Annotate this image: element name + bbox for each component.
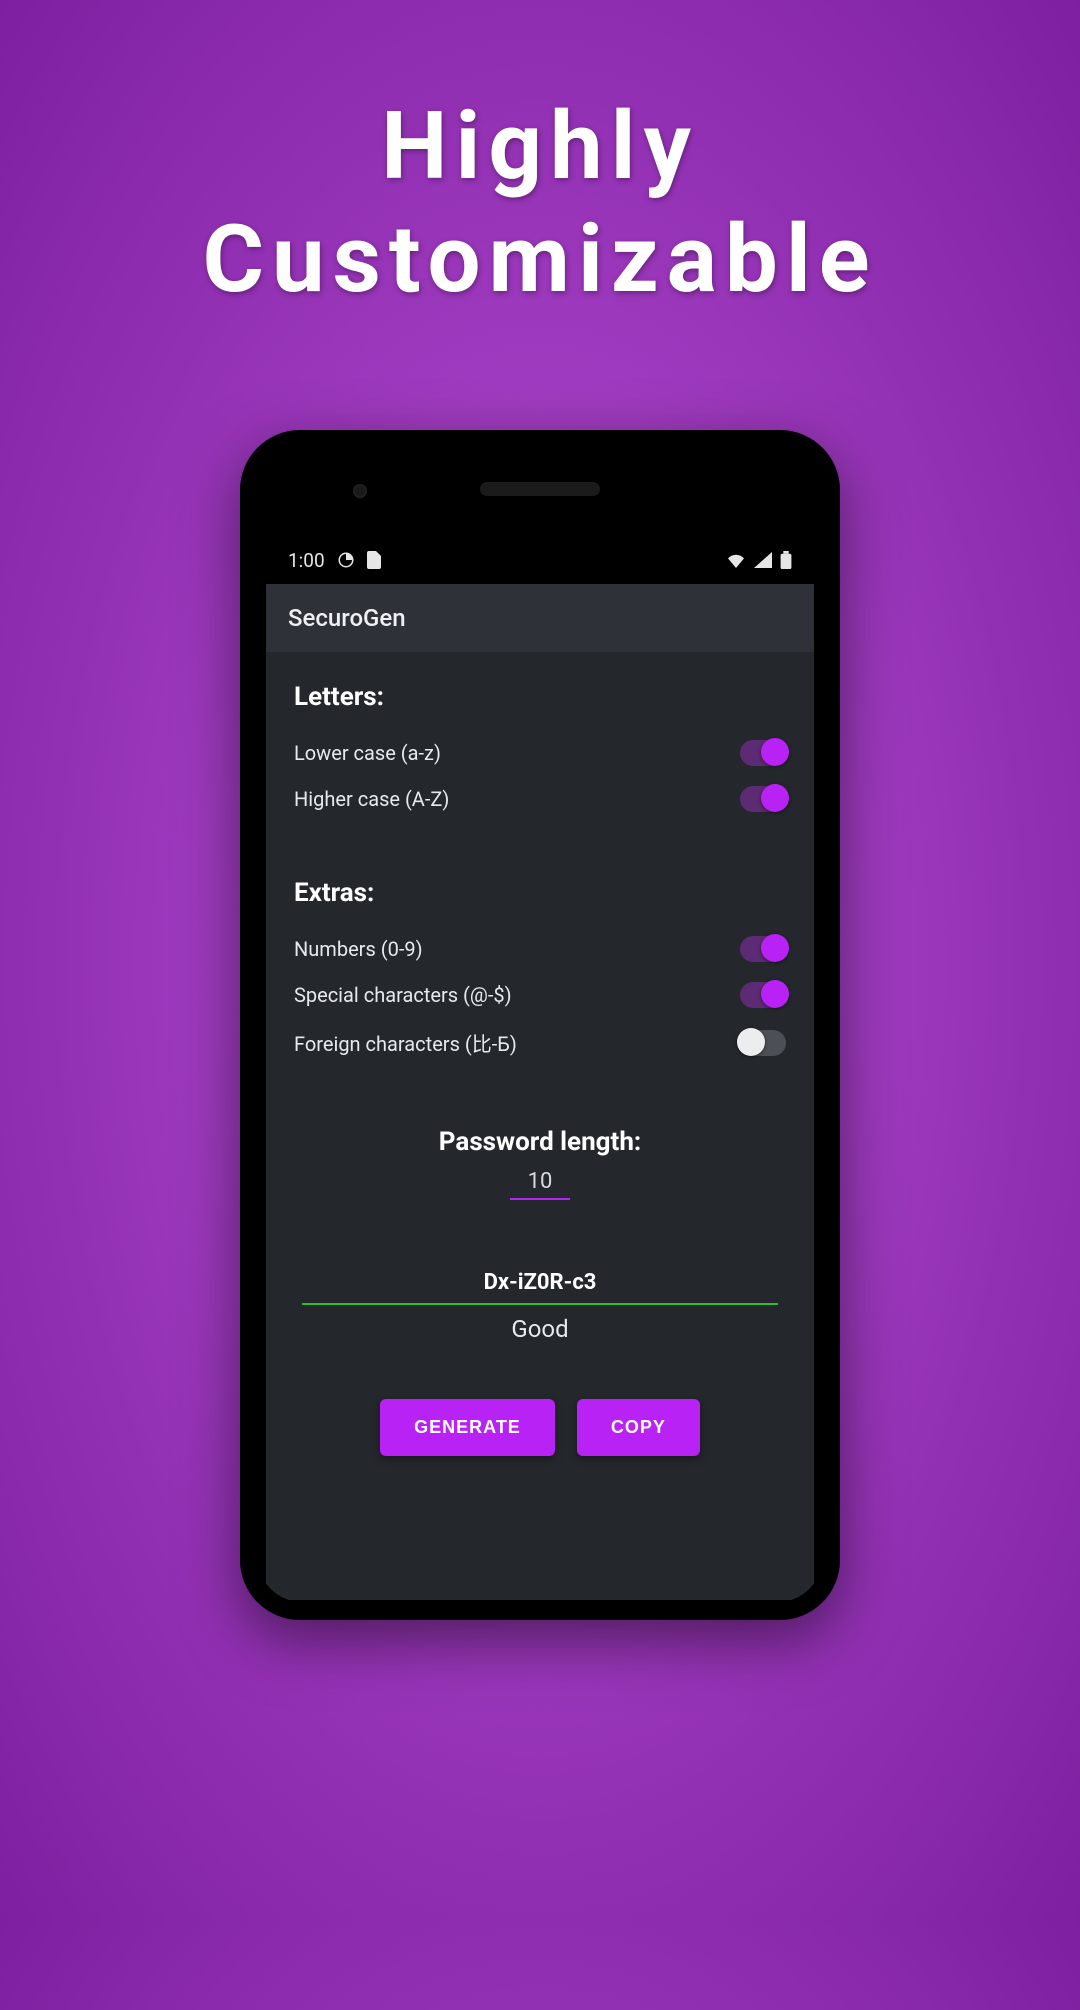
password-length-title: Password length: xyxy=(294,1127,786,1157)
app-content: Letters: Lower case (a-z) Higher case (A… xyxy=(266,652,814,1600)
result-block: Dx-iZ0R-c3 Good xyxy=(294,1270,786,1343)
sim-card-icon xyxy=(367,551,381,569)
phone-screen: 1:00 SecuroGen xyxy=(258,448,822,1602)
option-lowercase: Lower case (a-z) xyxy=(294,730,786,776)
generated-password[interactable]: Dx-iZ0R-c3 xyxy=(302,1270,778,1305)
camera-dot xyxy=(353,484,367,498)
promo-line2: Customizable xyxy=(0,203,1080,316)
promo-line1: Highly xyxy=(0,90,1080,203)
phone-frame: 1:00 SecuroGen xyxy=(240,430,840,1620)
option-numbers: Numbers (0-9) xyxy=(294,926,786,972)
section-letters-title: Letters: xyxy=(294,682,786,712)
speaker-grille xyxy=(480,482,600,496)
option-foreign: Foreign characters (比-Б) xyxy=(294,1018,786,1067)
password-length-input[interactable]: 10 xyxy=(510,1169,570,1200)
toggle-foreign[interactable] xyxy=(740,1030,786,1056)
option-lowercase-label: Lower case (a-z) xyxy=(294,741,441,765)
data-saver-icon xyxy=(337,551,355,569)
copy-button[interactable]: COPY xyxy=(577,1399,700,1456)
password-strength: Good xyxy=(294,1315,786,1343)
section-extras-title: Extras: xyxy=(294,878,786,908)
generate-button[interactable]: GENERATE xyxy=(380,1399,555,1456)
option-uppercase-label: Higher case (A-Z) xyxy=(294,787,449,811)
wifi-icon xyxy=(726,552,746,568)
toggle-numbers[interactable] xyxy=(740,936,786,962)
battery-icon xyxy=(780,551,792,569)
option-foreign-label: Foreign characters (比-Б) xyxy=(294,1028,517,1057)
status-time: 1:00 xyxy=(288,549,325,572)
option-numbers-label: Numbers (0-9) xyxy=(294,937,423,961)
toggle-lowercase[interactable] xyxy=(740,740,786,766)
button-row: GENERATE COPY xyxy=(294,1399,786,1456)
option-special: Special characters (@-$) xyxy=(294,972,786,1018)
promo-title: Highly Customizable xyxy=(0,90,1080,316)
option-special-label: Special characters (@-$) xyxy=(294,983,512,1007)
app-title: SecuroGen xyxy=(288,604,406,632)
status-bar: 1:00 xyxy=(266,540,814,580)
toggle-uppercase[interactable] xyxy=(740,786,786,812)
app-bar: SecuroGen xyxy=(266,584,814,652)
option-uppercase: Higher case (A-Z) xyxy=(294,776,786,822)
toggle-special[interactable] xyxy=(740,982,786,1008)
signal-icon xyxy=(754,552,772,568)
